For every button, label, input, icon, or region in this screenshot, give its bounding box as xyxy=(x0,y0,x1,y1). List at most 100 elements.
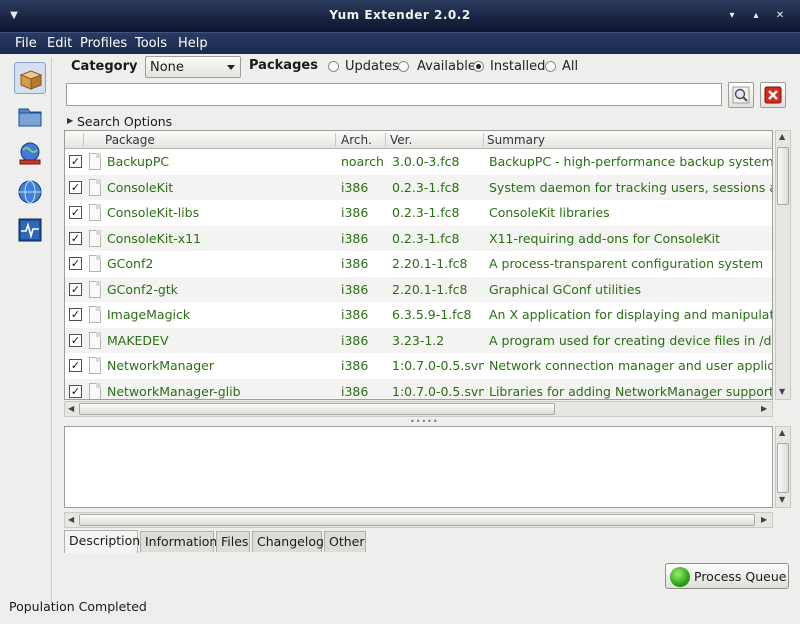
row-checkbox[interactable]: ✓ xyxy=(69,359,82,372)
main-area: Category None Packages Updates Available… xyxy=(0,54,800,624)
description-hscroll-thumb[interactable] xyxy=(79,514,755,526)
row-checkbox[interactable]: ✓ xyxy=(69,231,82,245)
list-horizontal-scrollbar[interactable]: ◀ ▶ xyxy=(64,401,773,417)
table-row[interactable]: ✓ ConsoleKit i386 0.2.3-1.fc8 System daemon … xyxy=(65,174,773,200)
maximize-icon[interactable]: ▴ xyxy=(748,9,764,23)
menu-tools[interactable]: Tools xyxy=(135,36,167,51)
search-input[interactable] xyxy=(66,83,722,106)
package-name: GConf2 xyxy=(107,256,154,271)
menu-bar: File Edit Profiles Tools Help xyxy=(0,32,800,54)
package-file-icon xyxy=(89,331,101,349)
list-vertical-scrollbar[interactable]: ▲ ▼ xyxy=(775,130,791,400)
scroll-right-icon[interactable]: ▶ xyxy=(761,515,767,524)
category-label: Category xyxy=(71,59,138,74)
package-file-icon xyxy=(89,357,101,374)
tab-other[interactable]: Other xyxy=(324,531,366,552)
package-list[interactable]: Package Arch. Ver. Summary ✓ BackupPC noar… xyxy=(64,130,773,400)
process-queue-button[interactable]: Process Queue xyxy=(665,563,789,589)
table-row[interactable]: ✓ NetworkManager-glib i386 1:0.7.0-0.5.svn3… xyxy=(65,378,772,399)
menu-help[interactable]: Help xyxy=(178,36,208,51)
package-arch: i386 xyxy=(341,205,369,220)
scroll-up-icon[interactable]: ▲ xyxy=(779,428,785,437)
radio-updates-label[interactable]: Updates xyxy=(345,59,399,74)
category-combo[interactable]: None xyxy=(145,56,241,78)
row-checkbox[interactable]: ✓ xyxy=(69,155,82,168)
header-version[interactable]: Ver. xyxy=(390,133,412,147)
description-textview[interactable] xyxy=(64,426,773,508)
group-view-icon xyxy=(18,108,42,127)
header-arch[interactable]: Arch. xyxy=(341,133,372,147)
row-checkbox[interactable]: ✓ xyxy=(69,180,82,194)
radio-available-label[interactable]: Available xyxy=(417,59,476,74)
package-view-icon xyxy=(19,70,43,90)
table-row[interactable]: ✓ MAKEDEV i386 3.23-1.2 A program used for c… xyxy=(65,327,772,353)
row-checkbox[interactable]: ✓ xyxy=(69,206,82,219)
scroll-down-icon[interactable]: ▼ xyxy=(779,387,785,396)
search-button[interactable] xyxy=(728,82,754,108)
description-vertical-scrollbar[interactable]: ▲ ▼ xyxy=(775,426,791,508)
scroll-right-icon[interactable]: ▶ xyxy=(761,404,767,413)
radio-installed-label[interactable]: Installed xyxy=(490,59,545,74)
output-view-icon xyxy=(18,218,42,242)
menu-profiles[interactable]: Profiles xyxy=(80,36,127,51)
search-options-label: Search Options xyxy=(77,114,173,129)
tab-files[interactable]: Files xyxy=(216,531,250,552)
scroll-up-icon[interactable]: ▲ xyxy=(779,132,785,141)
row-checkbox[interactable]: ✓ xyxy=(69,282,82,296)
process-queue-label: Process Queue xyxy=(694,569,787,584)
list-scroll-thumb[interactable] xyxy=(777,147,789,205)
scroll-left-icon[interactable]: ◀ xyxy=(68,404,74,413)
queue-view-button[interactable] xyxy=(14,138,46,170)
window-title: Yum Extender 2.0.2 xyxy=(329,8,471,22)
package-name: NetworkManager-glib xyxy=(107,383,241,399)
output-view-button[interactable] xyxy=(14,214,46,246)
table-row[interactable]: ✓ ImageMagick i386 6.3.5.9-1.fc8 An X applic… xyxy=(65,302,772,328)
package-file-icon xyxy=(89,280,101,298)
row-checkbox[interactable]: ✓ xyxy=(69,384,82,398)
chevron-down-icon xyxy=(227,65,235,70)
repo-view-button[interactable] xyxy=(14,176,46,208)
package-view-button[interactable] xyxy=(14,62,46,94)
pane-splitter-handle[interactable]: ••••• xyxy=(410,417,439,426)
description-scroll-thumb[interactable] xyxy=(777,443,789,493)
menu-edit[interactable]: Edit xyxy=(47,36,72,51)
package-arch: i386 xyxy=(341,281,369,297)
description-horizontal-scrollbar[interactable]: ◀ ▶ xyxy=(64,512,773,528)
radio-all[interactable] xyxy=(545,61,556,72)
table-row[interactable]: ✓ NetworkManager i386 1:0.7.0-0.5.svn3 Netwo… xyxy=(65,353,772,379)
tab-description[interactable]: Description xyxy=(64,530,140,553)
row-checkbox[interactable]: ✓ xyxy=(69,308,82,321)
close-icon[interactable]: ✕ xyxy=(772,9,788,23)
clear-button[interactable] xyxy=(760,82,786,108)
radio-installed[interactable] xyxy=(473,61,484,72)
package-arch: i386 xyxy=(341,358,369,373)
row-checkbox[interactable]: ✓ xyxy=(69,333,82,347)
menu-file[interactable]: File xyxy=(15,36,37,51)
table-row[interactable]: ✓ ConsoleKit-libs i386 0.2.3-1.fc8 ConsoleKi… xyxy=(65,200,772,226)
scroll-left-icon[interactable]: ◀ xyxy=(68,515,74,524)
package-summary: System daemon for tracking users, sessio… xyxy=(489,179,773,195)
header-separator xyxy=(385,133,386,147)
package-version: 3.23-1.2 xyxy=(392,332,445,348)
tab-changelog[interactable]: Changelog xyxy=(252,531,324,552)
status-bar: Population Completed xyxy=(0,596,800,624)
package-name: GConf2-gtk xyxy=(107,281,178,297)
table-row[interactable]: ✓ GConf2-gtk i386 2.20.1-1.fc8 Graphical GCo… xyxy=(65,276,772,302)
radio-available[interactable] xyxy=(398,61,409,72)
header-summary[interactable]: Summary xyxy=(487,133,545,147)
table-row[interactable]: ✓ GConf2 i386 2.20.1-1.fc8 A process-transpa… xyxy=(65,251,772,277)
row-checkbox[interactable]: ✓ xyxy=(69,257,82,270)
scroll-down-icon[interactable]: ▼ xyxy=(779,495,785,504)
tab-information[interactable]: Information xyxy=(140,531,217,552)
package-name: MAKEDEV xyxy=(107,332,169,348)
list-hscroll-thumb[interactable] xyxy=(79,403,555,415)
group-view-button[interactable] xyxy=(14,100,46,132)
radio-updates[interactable] xyxy=(328,61,339,72)
package-arch: i386 xyxy=(341,383,369,399)
package-arch: i386 xyxy=(341,230,369,246)
radio-all-label[interactable]: All xyxy=(562,59,578,74)
table-row[interactable]: ✓ BackupPC noarch 3.0.0-3.fc8 BackupPC - hig… xyxy=(65,149,772,175)
header-package[interactable]: Package xyxy=(105,133,155,147)
minimize-icon[interactable]: ▾ xyxy=(724,9,740,23)
table-row[interactable]: ✓ ConsoleKit-x11 i386 0.2.3-1.fc8 X11-requir… xyxy=(65,225,772,251)
